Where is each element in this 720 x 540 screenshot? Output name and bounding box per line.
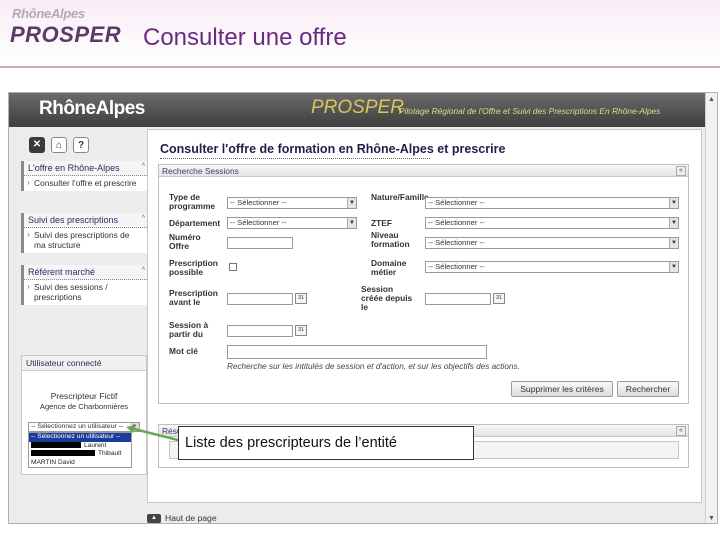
page-title: Consulter l'offre de formation en Rhône-… [160,142,506,156]
user-agency: Agence de Charbonnières [39,402,129,411]
vertical-scrollbar[interactable]: ▲ ▼ [705,93,717,523]
chevron-down-icon[interactable]: ▼ [347,218,356,228]
label-nature: Nature/Famille [371,192,429,202]
menu-title[interactable]: L'offre en Rhône-Alpes ^ [24,161,147,176]
calendar-icon[interactable]: 31 [493,293,505,304]
calendar-icon[interactable]: 31 [295,293,307,304]
redaction-bar [31,441,81,448]
motcle-input[interactable] [227,345,487,359]
label-session-apartir: Session à partir du [169,320,209,339]
label-domaine: Domaine métier [371,258,407,277]
chevron-down-icon[interactable]: ▼ [669,198,678,208]
rhone-alpes-logo: RhôneAlpes [12,6,85,21]
slide-divider [0,66,720,68]
collapse-icon[interactable]: ^ [142,267,145,274]
label-numero: Numéro Offre [169,232,201,251]
slide-title: Consulter une offre [143,24,347,51]
collapse-icon[interactable]: « [676,426,686,436]
prosper-logo: PROSPER [10,22,122,47]
chevron-down-icon[interactable]: ▼ [669,238,678,248]
collapse-icon[interactable]: « [676,166,686,176]
session-apartir-input[interactable] [227,325,293,337]
chevron-down-icon[interactable]: ▼ [669,262,678,272]
prescription-avant-input[interactable] [227,293,293,305]
nature-select[interactable]: -- Sélectionner -- ▼ [425,197,679,209]
menu-item-consulter[interactable]: Consulter l'offre et prescrire [24,176,147,191]
type-select[interactable]: -- Sélectionner -- ▼ [227,197,357,209]
user-list-item[interactable]: -- Sélectionnez un utilisateur -- [29,433,131,442]
ztef-select[interactable]: -- Sélectionner -- ▼ [425,217,679,229]
prescription-checkbox[interactable] [229,263,237,271]
label-departement: Département [169,218,221,228]
user-panel: Utilisateur connecté Prescripteur Fictif… [21,355,147,475]
user-list-item[interactable]: MARTIN David [29,459,131,468]
numero-input[interactable] [227,237,293,249]
search-header[interactable]: Recherche Sessions [159,165,688,177]
user-list-item[interactable]: Laurent [29,442,131,451]
callout-label: Liste des prescripteurs de l’entité [178,426,474,460]
user-list-item[interactable]: Thibault [29,450,131,459]
chevron-down-icon[interactable]: ▼ [669,218,678,228]
menu-section-suivi: Suivi des prescriptions^ Suivi des presc… [21,213,147,253]
calendar-icon[interactable]: 31 [295,325,307,336]
title-underline [160,158,430,159]
collapse-icon[interactable]: ^ [142,163,145,170]
menu-title[interactable]: Référent marché ^ [24,265,147,280]
banner-tagline: Pilotage Régional de l'Offre et Suivi de… [399,106,661,116]
user-list[interactable]: -- Sélectionnez un utilisateur -- Lauren… [28,432,132,468]
keyword-hint: Recherche sur les intitulés de session e… [227,362,520,371]
home-icon[interactable]: ⌂ [51,137,67,153]
close-icon[interactable]: ✕ [29,137,45,153]
user-name: Prescripteur Fictif [50,391,118,401]
collapse-icon[interactable]: ^ [142,215,145,222]
scroll-down-icon[interactable]: ▼ [707,514,716,523]
help-icon[interactable]: ? [73,137,89,153]
redaction-bar [31,450,95,457]
scroll-up-icon[interactable]: ▲ [707,95,716,104]
domaine-select[interactable]: -- Sélectionner -- ▼ [425,261,679,273]
banner-logo: RhôneAlpes [39,98,145,119]
label-session-creee: Session créée depuis le [361,284,413,312]
label-motcle: Mot clé [169,346,198,356]
departement-select[interactable]: -- Sélectionner -- ▼ [227,217,357,229]
chevron-down-icon[interactable]: ▼ [347,198,356,208]
arrow-up-icon: ▲ [147,514,161,523]
label-ztef: ZTEF [371,218,392,228]
menu-item-suivi[interactable]: Suivi des prescriptions de ma structure [24,228,147,253]
search-section: Recherche Sessions « Type de programme -… [158,164,689,404]
user-panel-title: Utilisateur connecté [22,356,146,371]
clear-criteria-button[interactable]: Supprimer les critères [511,381,613,397]
label-niveau: Niveau formation [371,230,410,249]
label-prescription: Prescription possible [169,258,218,277]
back-to-top-link[interactable]: ▲ Haut de page [147,513,217,523]
session-creee-input[interactable] [425,293,491,305]
menu-section-referent: Référent marché^ Suivi des sessions / pr… [21,265,147,305]
menu-title[interactable]: Suivi des prescriptions ^ [24,213,147,228]
label-prescription-avant: Prescription avant le [169,288,218,307]
niveau-select[interactable]: -- Sélectionner -- ▼ [425,237,679,249]
search-button[interactable]: Rechercher [617,381,679,397]
app-banner: RhôneAlpes PROSPER Pilotage Régional de … [9,93,706,127]
menu-item-sessions[interactable]: Suivi des sessions / prescriptions [24,280,147,305]
banner-prosper: PROSPER [311,97,404,118]
label-type: Type de programme [169,192,216,211]
menu-section-offre: L'offre en Rhône-Alpes^ Consulter l'offr… [21,161,147,191]
